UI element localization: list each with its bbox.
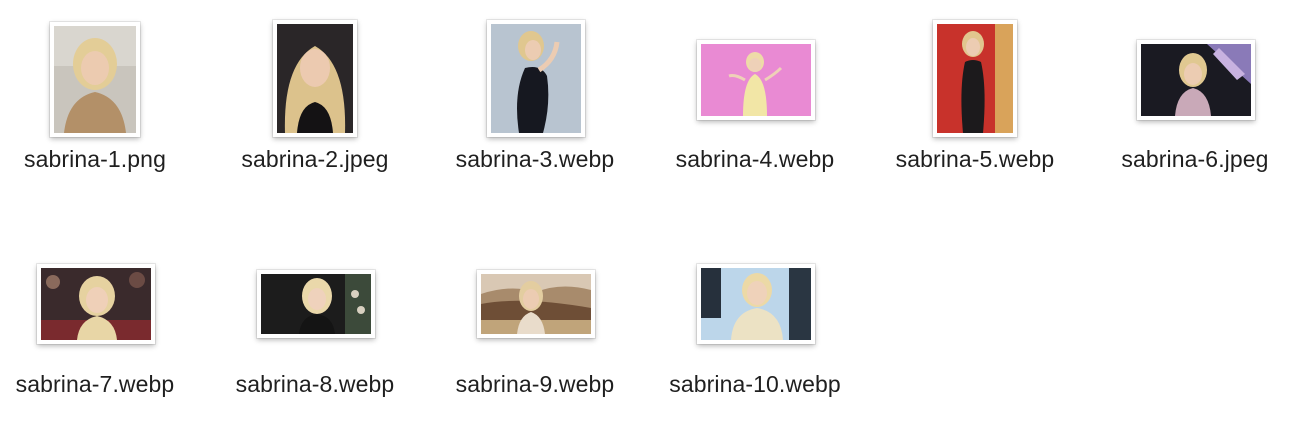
file-item[interactable]: sabrina-7.webp — [0, 225, 205, 425]
file-name-label: sabrina-3.webp — [455, 146, 615, 172]
file-name-label: sabrina-4.webp — [675, 146, 835, 172]
thumbnail-container — [0, 0, 205, 137]
thumbnail-container — [205, 0, 425, 137]
file-name-label: sabrina-5.webp — [895, 146, 1055, 172]
file-name-label: sabrina-2.jpeg — [241, 146, 389, 172]
photo-preview — [277, 24, 353, 133]
file-item[interactable]: sabrina-4.webp — [645, 0, 865, 200]
file-item[interactable]: sabrina-9.webp — [425, 225, 645, 425]
file-item[interactable]: sabrina-8.webp — [205, 225, 425, 425]
image-thumbnail[interactable] — [1137, 40, 1255, 120]
thumbnail-container — [0, 225, 205, 355]
image-thumbnail[interactable] — [477, 270, 595, 338]
photo-preview — [261, 274, 371, 334]
image-thumbnail[interactable] — [37, 264, 155, 344]
file-name-label: sabrina-10.webp — [669, 371, 841, 397]
image-thumbnail[interactable] — [50, 22, 140, 137]
thumbnail-container — [645, 225, 865, 355]
file-name-label: sabrina-9.webp — [455, 371, 615, 397]
photo-preview — [481, 274, 591, 334]
photo-preview — [701, 268, 811, 340]
file-grid: sabrina-1.png sabrina-2.jpeg sabrina-3.w… — [0, 0, 1300, 432]
file-name-label: sabrina-8.webp — [235, 371, 395, 397]
image-thumbnail[interactable] — [697, 40, 815, 120]
image-thumbnail[interactable] — [257, 270, 375, 338]
file-item[interactable]: sabrina-5.webp — [865, 0, 1085, 200]
file-name-label: sabrina-6.jpeg — [1121, 146, 1269, 172]
file-name-label: sabrina-7.webp — [15, 371, 175, 397]
thumbnail-container — [425, 0, 645, 137]
file-item[interactable]: sabrina-10.webp — [645, 225, 865, 425]
file-name-label: sabrina-1.png — [24, 146, 166, 172]
photo-preview — [701, 44, 811, 116]
file-item[interactable]: sabrina-3.webp — [425, 0, 645, 200]
image-thumbnail[interactable] — [933, 20, 1017, 137]
thumbnail-container — [1085, 0, 1300, 130]
photo-preview — [54, 26, 136, 133]
image-thumbnail[interactable] — [487, 20, 585, 137]
photo-preview — [41, 268, 151, 340]
image-thumbnail[interactable] — [697, 264, 815, 344]
file-item[interactable]: sabrina-6.jpeg — [1085, 0, 1300, 200]
thumbnail-container — [645, 0, 865, 130]
file-item[interactable]: sabrina-2.jpeg — [205, 0, 425, 200]
thumbnail-container — [425, 225, 645, 355]
image-thumbnail[interactable] — [273, 20, 357, 137]
file-item[interactable]: sabrina-1.png — [0, 0, 205, 200]
thumbnail-container — [865, 0, 1085, 137]
photo-preview — [937, 24, 1013, 133]
thumbnail-container — [205, 225, 425, 355]
photo-preview — [1141, 44, 1251, 116]
photo-preview — [491, 24, 581, 133]
